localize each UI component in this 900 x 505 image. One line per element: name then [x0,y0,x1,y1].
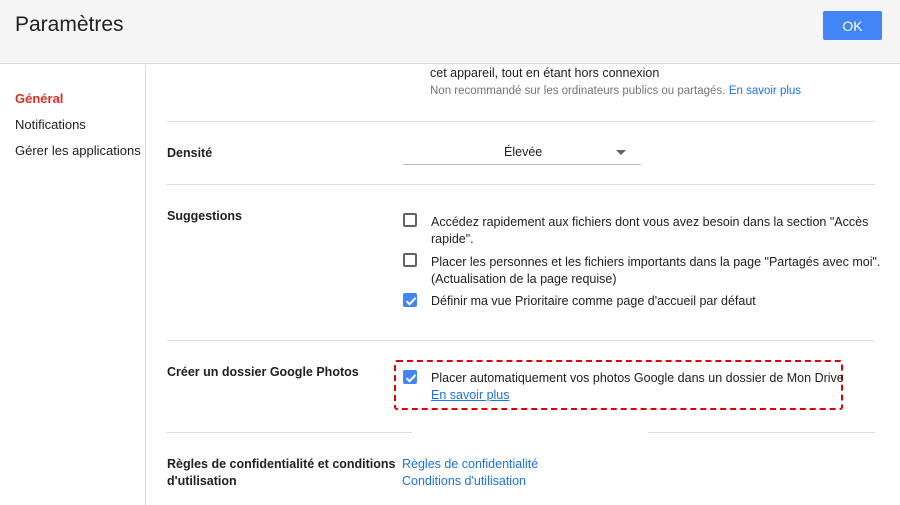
terms-of-use-link[interactable]: Conditions d'utilisation [402,473,526,490]
suggestion-quick-access-label-cont: rapide". [431,232,474,246]
sidebar-item-general[interactable]: Général [15,91,63,106]
privacy-label: Règles de confidentialité et conditions [167,457,396,471]
checkmark-icon [405,297,417,306]
density-select[interactable]: Élevée [403,138,641,165]
offline-learn-more-link[interactable]: En savoir plus [729,85,801,97]
suggestions-label: Suggestions [167,209,243,223]
divider [648,432,875,433]
suggestion-quick-access-label: Accédez rapidement aux fichiers dont vou… [431,215,869,229]
suggestion-shared-checkbox[interactable] [403,253,417,267]
photos-label: Créer un dossier Google Photos [167,365,359,379]
suggestion-priority-checkbox[interactable] [403,293,417,307]
divider [167,121,875,122]
settings-content: cet appareil, tout en étant hors connexi… [147,65,900,505]
settings-header: Paramètres OK [0,0,900,64]
photos-folder-checkbox[interactable] [403,370,417,384]
photos-learn-more-link[interactable]: En savoir plus [431,387,510,404]
divider [167,340,875,341]
divider [167,432,412,433]
checkmark-icon [405,374,417,383]
dropdown-arrow-icon [616,150,626,155]
suggestion-quick-access-checkbox[interactable] [403,213,417,227]
ok-button[interactable]: OK [823,11,882,40]
offline-note: Non recommandé sur les ordinateurs publi… [430,85,726,97]
sidebar: Général Notifications Gérer les applicat… [0,65,146,505]
photos-folder-label: Placer automatiquement vos photos Google… [431,371,844,385]
page-title: Paramètres [15,13,124,36]
suggestion-shared-label: Placer les personnes et les fichiers imp… [431,255,881,269]
suggestion-shared-label-cont: (Actualisation de la page requise) [431,272,617,286]
sidebar-item-manage-apps[interactable]: Gérer les applications [15,143,141,158]
privacy-label-cont: d'utilisation [167,474,237,488]
offline-note-row: Non recommandé sur les ordinateurs publi… [430,82,801,100]
density-selected-value: Élevée [504,145,543,159]
divider [167,184,875,185]
privacy-policy-link[interactable]: Règles de confidentialité [402,456,538,473]
density-label: Densité [167,146,213,160]
suggestion-priority-label: Définir ma vue Prioritaire comme page d'… [431,294,756,308]
offline-description: cet appareil, tout en étant hors connexi… [430,66,660,80]
sidebar-item-notifications[interactable]: Notifications [15,117,86,132]
